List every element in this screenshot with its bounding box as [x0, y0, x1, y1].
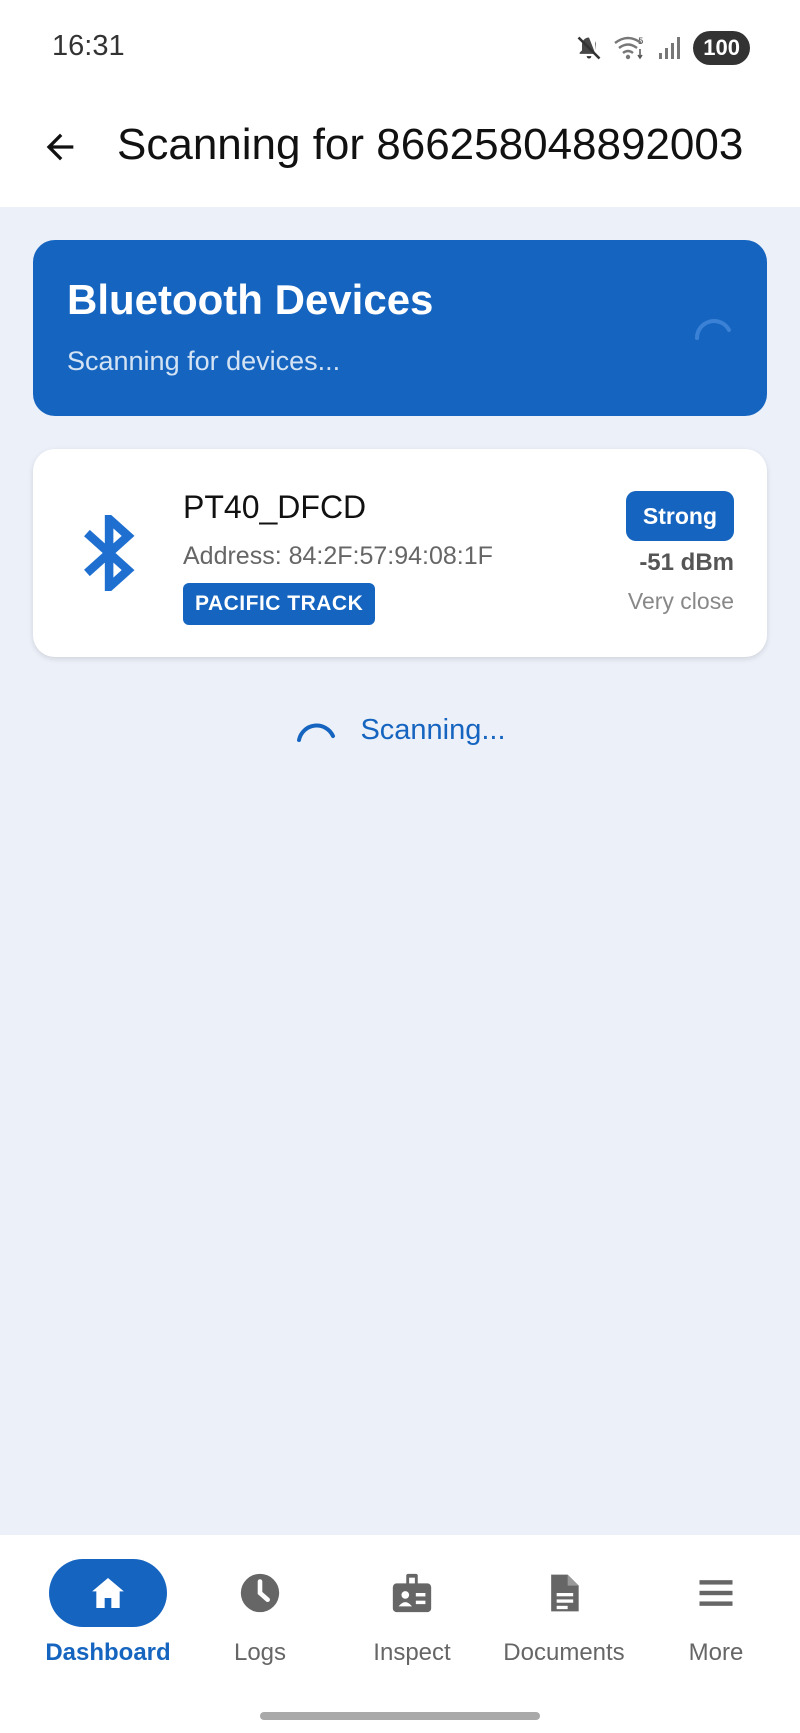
bottom-navigation: Dashboard Logs Inspect Documents More: [0, 1535, 800, 1733]
wifi-icon: 5: [614, 36, 644, 60]
scanning-label: Scanning...: [360, 713, 506, 746]
arrow-left-icon: [46, 133, 74, 161]
signal-proximity: Very close: [627, 588, 734, 614]
back-button[interactable]: [30, 117, 90, 177]
nav-item-dashboard[interactable]: Dashboard: [32, 1559, 184, 1667]
bluetooth-header-card: Bluetooth Devices Scanning for devices..…: [33, 240, 767, 416]
status-bar: 16:31 5 100: [0, 0, 800, 95]
document-icon: [551, 1574, 579, 1612]
device-address: Address: 84:2F:57:94:08:1F: [183, 542, 493, 570]
device-manufacturer-tag: PACIFIC TRACK: [183, 583, 376, 625]
status-icons: 5 100: [575, 30, 750, 66]
menu-icon: [699, 1580, 733, 1606]
nav-label: Documents: [503, 1639, 625, 1666]
app-bar: Scanning for 866258048892003: [0, 95, 800, 207]
loading-spinner-icon: [695, 319, 731, 340]
loading-spinner-icon: [297, 723, 336, 742]
nav-item-more[interactable]: More: [640, 1559, 792, 1667]
nav-item-documents[interactable]: Documents: [488, 1559, 640, 1667]
status-time: 16:31: [52, 30, 125, 62]
bluetooth-icon: [84, 515, 135, 591]
nav-label: Logs: [233, 1639, 287, 1666]
svg-text:5: 5: [638, 37, 644, 47]
nav-label: Inspect: [373, 1639, 451, 1666]
nav-item-logs[interactable]: Logs: [184, 1559, 336, 1667]
device-name: PT40_DFCD: [183, 489, 367, 525]
header-title: Bluetooth Devices: [67, 276, 434, 323]
header-subtitle: Scanning for devices...: [67, 346, 341, 376]
nav-label: More: [688, 1639, 744, 1666]
battery-indicator: 100: [693, 31, 750, 65]
home-icon: [92, 1578, 124, 1608]
home-indicator[interactable]: [260, 1712, 540, 1720]
scanning-indicator: Scanning...: [0, 708, 800, 752]
nav-item-inspect[interactable]: Inspect: [336, 1559, 488, 1667]
nav-label: Dashboard: [45, 1639, 171, 1666]
signal-strength-badge: Strong: [625, 491, 734, 541]
clock-icon: [240, 1573, 280, 1613]
mute-icon: [577, 36, 601, 60]
badge-icon: [392, 1573, 432, 1613]
signal-rssi: -51 dBm: [639, 549, 734, 576]
signal-icon: [659, 37, 681, 59]
page-title: Scanning for 866258048892003: [117, 120, 744, 169]
device-card[interactable]: PT40_DFCD Address: 84:2F:57:94:08:1F PAC…: [33, 449, 767, 657]
